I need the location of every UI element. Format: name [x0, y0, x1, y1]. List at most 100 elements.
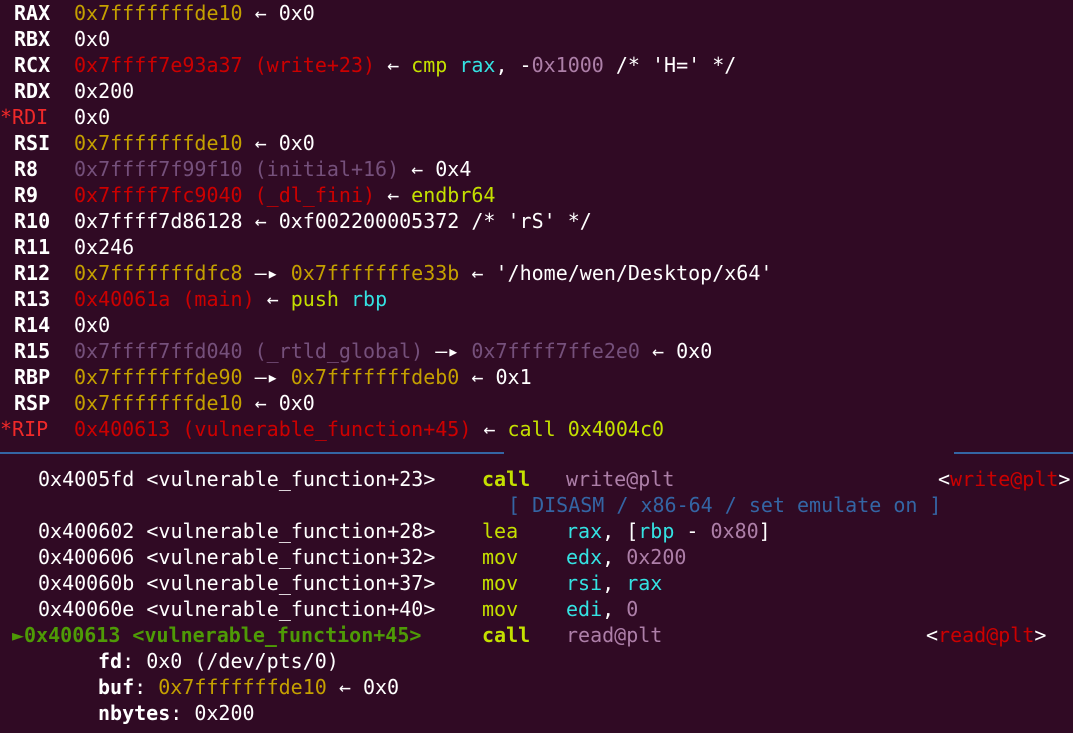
disasm-call-target: read@plt [938, 623, 1035, 647]
disasm-call-target: write@plt [950, 467, 1059, 491]
disasm-operand-cell: edx, 0x200 [566, 544, 686, 570]
register-value: 0x0 [74, 105, 111, 129]
pointer-target-2: 0x1 [495, 365, 532, 389]
pointer-arrow-2: ← [471, 365, 484, 389]
pointer-target: 0xf002200005372 /* 'rS' */ [278, 209, 592, 233]
register-name: RBP [14, 365, 51, 389]
instruction-separator: , - [495, 53, 532, 77]
pointer-target: 0x7fffffffe33b [290, 261, 460, 285]
register-name: RAX [14, 1, 51, 25]
disasm-mnemonic-cell: mov [482, 596, 518, 622]
register-row-r10: R10 0x7ffff7d86128 ← 0xf002200005372 /* '… [0, 208, 592, 234]
register-row-rdx: RDX 0x200 [0, 78, 134, 104]
instruction-mnemonic: cmp [411, 53, 448, 77]
pointer-arrow-2: ← [652, 339, 665, 363]
register-row-rdi: *RDI 0x0 [0, 104, 110, 130]
register-row-rsp: RSP 0x7fffffffde10 ← 0x0 [0, 390, 315, 416]
disasm-symbol: <vulnerable_function+37> [146, 571, 436, 595]
disasm-mnemonic: call [482, 467, 531, 491]
operand-register-2: rax [626, 571, 663, 595]
pointer-arrow: ← [338, 675, 351, 699]
register-value: 0x7fffffffde10 [74, 1, 243, 25]
disasm-address: 0x4005fd [38, 467, 135, 491]
register-value: 0x7fffffffde10 [74, 131, 243, 155]
arg-value: 0x200 [194, 701, 255, 725]
disasm-mnemonic-cell: lea [482, 518, 518, 544]
register-name: RIP [12, 417, 49, 441]
operand-immediate: 0x200 [626, 545, 687, 569]
register-value: 0x7ffff7f99f10 (initial+16) [74, 157, 400, 181]
register-value: 0x7ffff7fc9040 (_dl_fini) [74, 183, 376, 207]
instruction-mnemonic: call [507, 417, 556, 441]
instruction-immediate: 0x4004c0 [567, 417, 665, 441]
pointer-arrow: ← [411, 157, 424, 181]
register-row-r9: R9 0x7ffff7fc9040 (_dl_fini) ← endbr64 [0, 182, 495, 208]
disasm-symbol: <vulnerable_function+45> [132, 623, 422, 647]
register-row-r13: R13 0x40061a (main) ← push rbp [0, 286, 387, 312]
disasm-operand-cell: edi, 0 [566, 596, 638, 622]
call-arg-buf: buf: 0x7fffffffde10 ← 0x0 [98, 675, 400, 699]
register-name-changed: *RDI [0, 104, 74, 130]
arg-name: nbytes [98, 701, 171, 725]
register-name: R14 [14, 313, 51, 337]
register-name: RBX [14, 27, 51, 51]
register-value: 0x0 [74, 313, 111, 337]
register-row-rsi: RSI 0x7fffffffde10 ← 0x0 [0, 130, 315, 156]
register-value: 0x7ffff7e93a37 (write+23) [74, 53, 376, 77]
pointer-target: endbr64 [411, 183, 496, 207]
operand-immediate: 0 [626, 597, 639, 621]
operand-immediate: 0x80 [710, 519, 759, 543]
operand-separator: , [602, 545, 627, 569]
pointer-arrow: —▸ [254, 365, 279, 389]
register-value: 0x7fffffffdfc8 [74, 261, 243, 285]
disasm-mnemonic-cell: call [482, 622, 530, 648]
disasm-row: 0x4005fd <vulnerable_function+23> [38, 466, 435, 492]
register-row-r11: R11 0x246 [0, 234, 134, 260]
pointer-target: 0x0 [278, 391, 315, 415]
instruction-register: rbp [350, 287, 388, 311]
arg-value: 0x0 (/dev/pts/0) [146, 649, 339, 673]
divider-rule-right [954, 452, 1073, 454]
register-name-changed: *RIP [0, 416, 74, 442]
pointer-arrow: —▸ [254, 261, 279, 285]
disasm-row: 0x40060e <vulnerable_function+40> [38, 596, 435, 622]
disasm-address: 0x400613 [24, 623, 121, 647]
operand-separator: , [602, 571, 627, 595]
register-name: R11 [14, 235, 51, 259]
disasm-mnemonic-cell: call [482, 466, 530, 492]
operand-register: rax [566, 519, 603, 543]
divider-title: [ DISASM / x86-64 / set emulate on ] [508, 493, 942, 517]
disasm-symbol: <vulnerable_function+23> [146, 467, 436, 491]
register-name: RSI [14, 131, 51, 155]
operand-base-register: rbp [638, 519, 675, 543]
disasm-operand-cell: rax, [rbp - 0x80] [566, 518, 771, 544]
register-value: 0x7ffff7ffd040 (_rtld_global) [74, 339, 424, 363]
disasm-row-current: ►0x400613 <vulnerable_function+45> [12, 622, 421, 648]
disasm-mnemonic: lea [482, 519, 519, 543]
operand-separator: , [602, 597, 627, 621]
register-row-r15: R15 0x7ffff7ffd040 (_rtld_global) —▸ 0x7f… [0, 338, 712, 364]
disasm-mnemonic: mov [482, 597, 519, 621]
register-name: R10 [14, 209, 51, 233]
register-name: RCX [14, 53, 51, 77]
disasm-operand-cell: write@plt [566, 466, 674, 492]
register-name: RDI [12, 105, 49, 129]
disasm-symbol: <vulnerable_function+32> [146, 545, 436, 569]
pointer-target-2: '/home/wen/Desktop/x64' [495, 261, 773, 285]
operand-register: edx [566, 545, 603, 569]
register-row-r14: R14 0x0 [0, 312, 110, 338]
pointer-target-2: 0x0 [676, 339, 713, 363]
pointer-target: 0x7ffff7ffe2e0 [471, 339, 640, 363]
register-name: R8 [14, 157, 39, 181]
register-row-rip: *RIP 0x400613 (vulnerable_function+45) ← … [0, 416, 664, 442]
pointer-arrow: ← [254, 1, 267, 25]
arg-name: fd [98, 649, 123, 673]
disasm-mnemonic-cell: mov [482, 570, 518, 596]
disasm-mnemonic-cell: mov [482, 544, 518, 570]
operand-register: rsi [566, 571, 603, 595]
pointer-arrow: ← [254, 131, 267, 155]
register-name: RDX [14, 79, 51, 103]
pointer-target: 0x4 [435, 157, 472, 181]
current-instruction-marker-icon: ► [12, 623, 25, 647]
register-name: R9 [14, 183, 39, 207]
